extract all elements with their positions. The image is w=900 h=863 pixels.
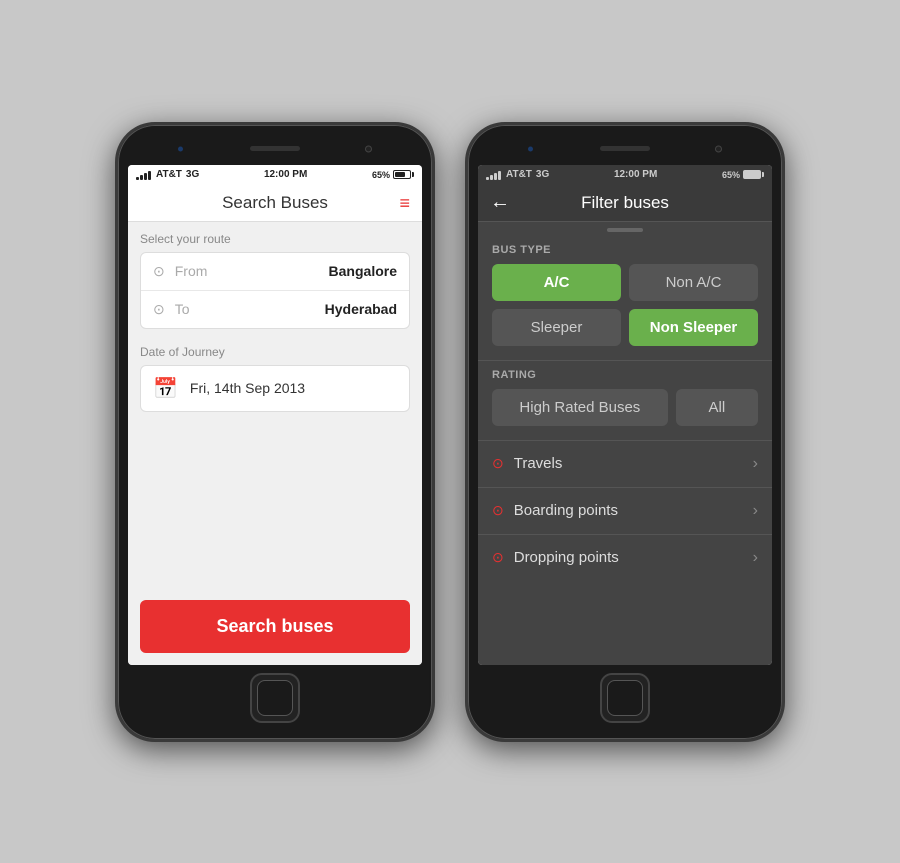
status-left-1: AT&T 3G	[136, 169, 199, 180]
from-row[interactable]: ⊙ From Bangalore	[141, 253, 409, 290]
time-2: 12:00 PM	[614, 169, 657, 180]
spacer-1	[128, 418, 422, 590]
phone-2-camera	[715, 145, 722, 152]
route-section: Select your route ⊙ From Bangalore ⊙ To …	[128, 222, 422, 335]
status-bar-1: AT&T 3G 12:00 PM 65%	[128, 165, 422, 185]
rating-label: RATING	[492, 369, 758, 381]
phone-1-camera	[365, 145, 372, 152]
calendar-icon: 📅	[153, 376, 178, 401]
phone-1-light	[178, 146, 183, 151]
ac-toggle-group: A/C Non A/C	[492, 264, 758, 301]
boarding-icon: ⊙	[492, 502, 504, 519]
battery-percent-1: 65%	[372, 170, 390, 180]
travels-icon: ⊙	[492, 455, 504, 472]
dropping-label: Dropping points	[514, 549, 753, 566]
phone-2-top	[478, 137, 772, 161]
signal-bars-1	[136, 170, 151, 180]
rating-toggle-group: High Rated Buses All	[492, 389, 758, 426]
drag-handle[interactable]	[478, 222, 772, 236]
time-1: 12:00 PM	[264, 169, 307, 180]
sleeper-button[interactable]: Sleeper	[492, 309, 621, 346]
route-input-group: ⊙ From Bangalore ⊙ To Hyderabad	[140, 252, 410, 329]
battery-percent-2: 65%	[722, 170, 740, 180]
nav-title-1: Search Buses	[222, 193, 328, 213]
phone-1-screen: AT&T 3G 12:00 PM 65% Search Buses ≡	[128, 165, 422, 665]
all-button[interactable]: All	[676, 389, 758, 426]
home-button-1[interactable]	[250, 673, 300, 723]
menu-icon-1[interactable]: ≡	[399, 194, 410, 212]
dropping-icon: ⊙	[492, 549, 504, 566]
rating-section: RATING High Rated Buses All	[478, 360, 772, 440]
home-button-inner-1	[257, 680, 293, 716]
phone-1: AT&T 3G 12:00 PM 65% Search Buses ≡	[115, 122, 435, 742]
travels-label: Travels	[514, 455, 753, 472]
status-bar-2: AT&T 3G 12:00 PM 65%	[478, 165, 772, 185]
filter-content: BUS TYPE A/C Non A/C Sleeper Non Sleeper…	[478, 222, 772, 665]
nav-bar-1: Search Buses ≡	[128, 185, 422, 222]
boarding-label: Boarding points	[514, 502, 753, 519]
to-row[interactable]: ⊙ To Hyderabad	[141, 290, 409, 328]
home-button-inner-2	[607, 680, 643, 716]
from-icon: ⊙	[153, 263, 165, 280]
high-rated-button[interactable]: High Rated Buses	[492, 389, 668, 426]
carrier-1: AT&T	[156, 169, 182, 180]
phone-2-speaker	[600, 146, 650, 151]
from-label: From	[175, 263, 329, 279]
back-button[interactable]: ←	[490, 191, 510, 214]
screen-content-1: Select your route ⊙ From Bangalore ⊙ To …	[128, 222, 422, 665]
route-label: Select your route	[140, 232, 410, 246]
phone-1-top	[128, 137, 422, 161]
travels-item[interactable]: ⊙ Travels ›	[478, 440, 772, 487]
to-label: To	[175, 301, 325, 317]
boarding-item[interactable]: ⊙ Boarding points ›	[478, 487, 772, 534]
search-buses-button[interactable]: Search buses	[140, 600, 410, 653]
non-ac-button[interactable]: Non A/C	[629, 264, 758, 301]
date-label: Date of Journey	[140, 345, 410, 359]
phone-1-speaker	[250, 146, 300, 151]
travels-arrow-icon: ›	[753, 455, 758, 473]
non-sleeper-button[interactable]: Non Sleeper	[629, 309, 758, 346]
sleeper-toggle-group: Sleeper Non Sleeper	[492, 309, 758, 346]
dropping-arrow-icon: ›	[753, 549, 758, 567]
battery-icon-1	[393, 170, 414, 179]
phone-2-light	[528, 146, 533, 151]
signal-bars-2	[486, 170, 501, 180]
ac-button[interactable]: A/C	[492, 264, 621, 301]
to-value: Hyderabad	[325, 301, 397, 317]
phone-2: AT&T 3G 12:00 PM 65% ← Filter buses	[465, 122, 785, 742]
filter-nav-title: Filter buses	[490, 193, 760, 213]
phone-2-screen: AT&T 3G 12:00 PM 65% ← Filter buses	[478, 165, 772, 665]
status-left-2: AT&T 3G	[486, 169, 549, 180]
filter-nav-bar: ← Filter buses	[478, 185, 772, 222]
home-button-2[interactable]	[600, 673, 650, 723]
date-section: Date of Journey 📅 Fri, 14th Sep 2013	[128, 335, 422, 418]
status-right-1: 65%	[372, 170, 414, 180]
dropping-item[interactable]: ⊙ Dropping points ›	[478, 534, 772, 581]
from-value: Bangalore	[329, 263, 397, 279]
date-input-group[interactable]: 📅 Fri, 14th Sep 2013	[140, 365, 410, 412]
carrier-2: AT&T	[506, 169, 532, 180]
bus-type-section: BUS TYPE A/C Non A/C Sleeper Non Sleeper	[478, 236, 772, 360]
battery-icon-2	[743, 170, 764, 179]
network-2: 3G	[536, 169, 549, 180]
drag-handle-bar	[607, 228, 643, 232]
date-value: Fri, 14th Sep 2013	[190, 380, 305, 396]
network-1: 3G	[186, 169, 199, 180]
bus-type-label: BUS TYPE	[492, 244, 758, 256]
boarding-arrow-icon: ›	[753, 502, 758, 520]
status-right-2: 65%	[722, 170, 764, 180]
to-icon: ⊙	[153, 301, 165, 318]
